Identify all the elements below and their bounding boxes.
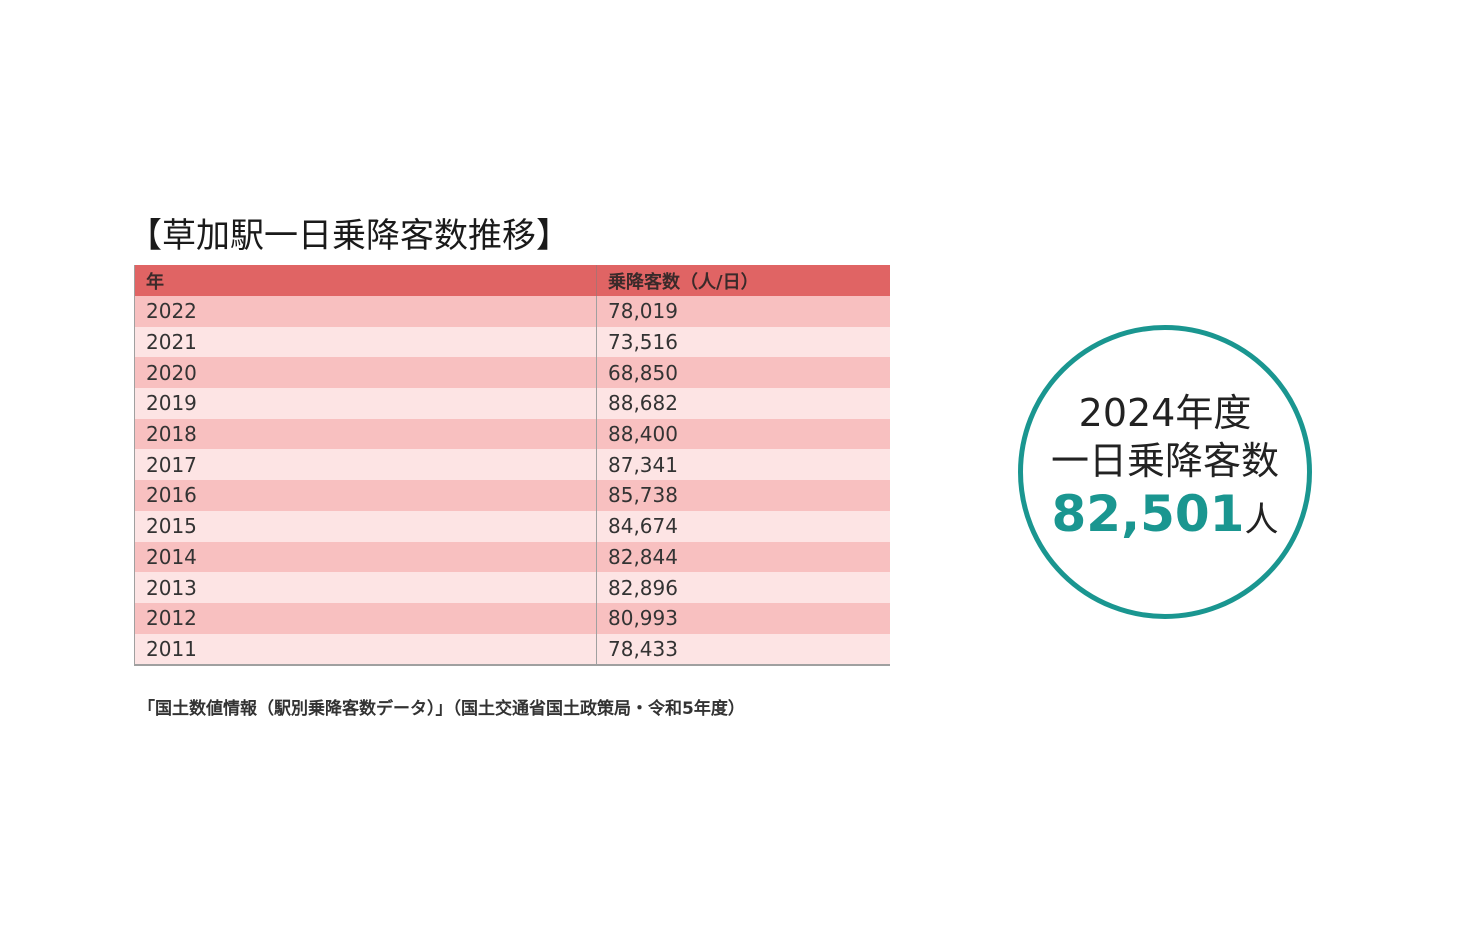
highlight-circle: 2024年度 一日乗降客数 82,501人 — [1018, 325, 1312, 619]
cell-year: 2011 — [134, 633, 597, 667]
cell-passengers: 73,516 — [596, 326, 890, 358]
table-row: 2019 88,682 — [134, 388, 890, 419]
cell-passengers: 84,674 — [596, 510, 890, 542]
cell-passengers: 80,993 — [596, 602, 890, 634]
table-row: 2013 82,896 — [134, 572, 890, 603]
cell-passengers: 78,019 — [596, 296, 890, 327]
cell-passengers: 88,400 — [596, 418, 890, 450]
table-row: 2017 87,341 — [134, 449, 890, 481]
highlight-value: 82,501 — [1051, 485, 1245, 543]
highlight-year: 2024年度 — [1078, 391, 1252, 435]
data-table: 年 乗降客数（人/日） 2022 78,019 2021 73,516 2020… — [134, 265, 890, 667]
source-caption: 「国土数値情報（駅別乗降客数データ）」（国土交通省国土政策局・令和5年度） — [138, 699, 745, 719]
table-row: 2014 82,844 — [134, 541, 890, 573]
cell-passengers: 88,682 — [596, 388, 890, 419]
ridership-table: 年 乗降客数（人/日） 2022 78,019 2021 73,516 2020… — [134, 265, 890, 667]
table-row: 2018 88,400 — [134, 418, 890, 450]
cell-passengers: 68,850 — [596, 357, 890, 389]
cell-year: 2012 — [134, 602, 597, 634]
table-header-row: 年 乗降客数（人/日） — [134, 265, 890, 296]
table-row: 2021 73,516 — [134, 326, 890, 358]
table-row: 2022 78,019 — [134, 296, 890, 327]
cell-passengers: 85,738 — [596, 480, 890, 511]
cell-passengers: 78,433 — [596, 633, 890, 667]
highlight-unit: 人 — [1244, 500, 1279, 540]
cell-year: 2022 — [134, 296, 597, 327]
cell-year: 2020 — [134, 357, 597, 389]
table-row: 2016 85,738 — [134, 480, 890, 511]
cell-year: 2017 — [134, 449, 597, 481]
cell-year: 2018 — [134, 418, 597, 450]
highlight-label: 一日乗降客数 — [1050, 439, 1279, 483]
column-header-passengers: 乗降客数（人/日） — [596, 265, 890, 296]
highlight-value-line: 82,501人 — [1052, 485, 1279, 555]
table-row: 2011 78,433 — [134, 633, 890, 667]
cell-year: 2016 — [134, 480, 597, 511]
table-row: 2020 68,850 — [134, 357, 890, 389]
cell-passengers: 82,844 — [596, 541, 890, 573]
cell-year: 2013 — [134, 572, 597, 603]
page-title: 【草加駅一日乗降客数推移】 — [128, 216, 570, 256]
table-row: 2012 80,993 — [134, 602, 890, 634]
cell-passengers: 87,341 — [596, 449, 890, 481]
column-header-year: 年 — [134, 265, 597, 296]
cell-year: 2014 — [134, 541, 597, 573]
cell-passengers: 82,896 — [596, 572, 890, 603]
cell-year: 2021 — [134, 326, 597, 358]
cell-year: 2019 — [134, 388, 597, 419]
table-row: 2015 84,674 — [134, 510, 890, 542]
cell-year: 2015 — [134, 510, 597, 542]
